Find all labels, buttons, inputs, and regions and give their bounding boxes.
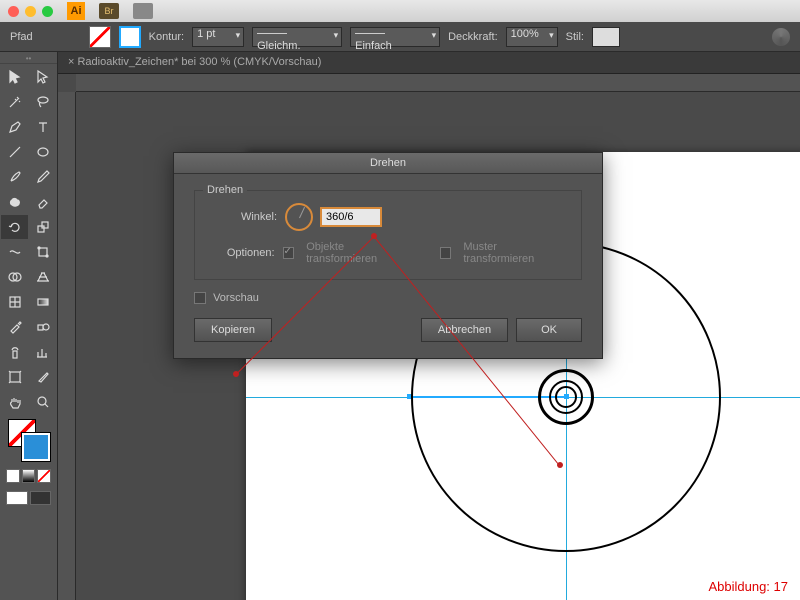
fill-swatch[interactable] (89, 26, 111, 48)
options-bar: Pfad Kontur: 1 pt Gleichm. Einfach Deckk… (0, 22, 800, 52)
brush-dropdown[interactable]: Einfach (350, 27, 440, 47)
close-traffic-light[interactable] (8, 6, 19, 17)
preview-checkbox[interactable] (194, 292, 206, 304)
zoom-tool[interactable] (29, 390, 56, 414)
arrange-docs-icon[interactable] (133, 3, 153, 19)
symbol-sprayer-tool[interactable] (1, 340, 28, 364)
paintbrush-tool[interactable] (1, 165, 28, 189)
transform-pattern-checkbox[interactable] (440, 247, 452, 259)
selection-tool[interactable] (1, 65, 28, 89)
options-label: Optionen: (209, 247, 275, 259)
opacity-dropdown[interactable]: 100% (506, 27, 558, 47)
stroke-swatch[interactable] (119, 26, 141, 48)
copy-button[interactable]: Kopieren (194, 318, 272, 342)
window-titlebar: Ai Br (0, 0, 800, 22)
angle-input[interactable] (321, 208, 381, 226)
hand-tool[interactable] (1, 390, 28, 414)
artboard-tool[interactable] (1, 365, 28, 389)
annotation-dot (557, 462, 563, 468)
transform-pattern-label: Muster transformieren (463, 241, 567, 265)
app-icon: Ai (67, 2, 85, 20)
style-dropdown[interactable] (592, 27, 620, 47)
bridge-icon[interactable]: Br (99, 3, 119, 19)
annotation-dot (371, 233, 377, 239)
blend-tool[interactable] (29, 315, 56, 339)
figure-label: Abbildung: 17 (708, 579, 788, 594)
free-transform-tool[interactable] (29, 240, 56, 264)
ok-button[interactable]: OK (516, 318, 582, 342)
shape-builder-tool[interactable] (1, 265, 28, 289)
cancel-button[interactable]: Abbrechen (421, 318, 508, 342)
transform-objects-label: Objekte transformieren (306, 241, 414, 265)
workspace: × Radioaktiv_Zeichen* bei 300 % (CMYK/Vo… (58, 52, 800, 600)
direct-selection-tool[interactable] (29, 65, 56, 89)
magic-wand-tool[interactable] (1, 90, 28, 114)
angle-label: Winkel: (209, 211, 277, 223)
zoom-traffic-light[interactable] (42, 6, 53, 17)
tools-panel: •• (0, 52, 58, 600)
fill-stroke-indicator[interactable] (0, 415, 57, 467)
lasso-tool[interactable] (29, 90, 56, 114)
dialog-group-title: Drehen (203, 184, 247, 196)
rotate-tool[interactable] (1, 215, 28, 239)
transform-objects-checkbox[interactable] (283, 247, 295, 259)
angle-dial-icon[interactable] (285, 203, 313, 231)
mesh-tool[interactable] (1, 290, 28, 314)
slice-tool[interactable] (29, 365, 56, 389)
vertical-ruler[interactable] (58, 92, 76, 600)
stroke-label: Kontur: (149, 31, 184, 43)
opacity-label: Deckkraft: (448, 31, 498, 43)
type-tool[interactable] (29, 115, 56, 139)
perspective-grid-tool[interactable] (29, 265, 56, 289)
recolor-icon[interactable] (772, 28, 790, 46)
width-tool[interactable] (1, 240, 28, 264)
horizontal-ruler[interactable] (76, 74, 800, 92)
document-tab[interactable]: × Radioaktiv_Zeichen* bei 300 % (CMYK/Vo… (58, 52, 800, 74)
panel-drag-handle[interactable]: •• (0, 56, 57, 64)
color-mode-buttons[interactable] (0, 467, 57, 485)
column-graph-tool[interactable] (29, 340, 56, 364)
minimize-traffic-light[interactable] (25, 6, 36, 17)
stroke-profile-dropdown[interactable]: Gleichm. (252, 27, 342, 47)
style-label: Stil: (566, 31, 584, 43)
pencil-tool[interactable] (29, 165, 56, 189)
dialog-title[interactable]: Drehen (174, 153, 602, 174)
screen-mode-buttons[interactable] (0, 489, 57, 507)
eraser-tool[interactable] (29, 190, 56, 214)
blob-brush-tool[interactable] (1, 190, 28, 214)
eyedropper-tool[interactable] (1, 315, 28, 339)
scale-tool[interactable] (29, 215, 56, 239)
line-tool[interactable] (1, 140, 28, 164)
preview-label: Vorschau (213, 292, 259, 304)
stroke-weight-dropdown[interactable]: 1 pt (192, 27, 244, 47)
pen-tool[interactable] (1, 115, 28, 139)
gradient-tool[interactable] (29, 290, 56, 314)
rectangle-tool[interactable] (29, 140, 56, 164)
annotation-dot (233, 371, 239, 377)
selection-type-label: Pfad (10, 31, 33, 43)
